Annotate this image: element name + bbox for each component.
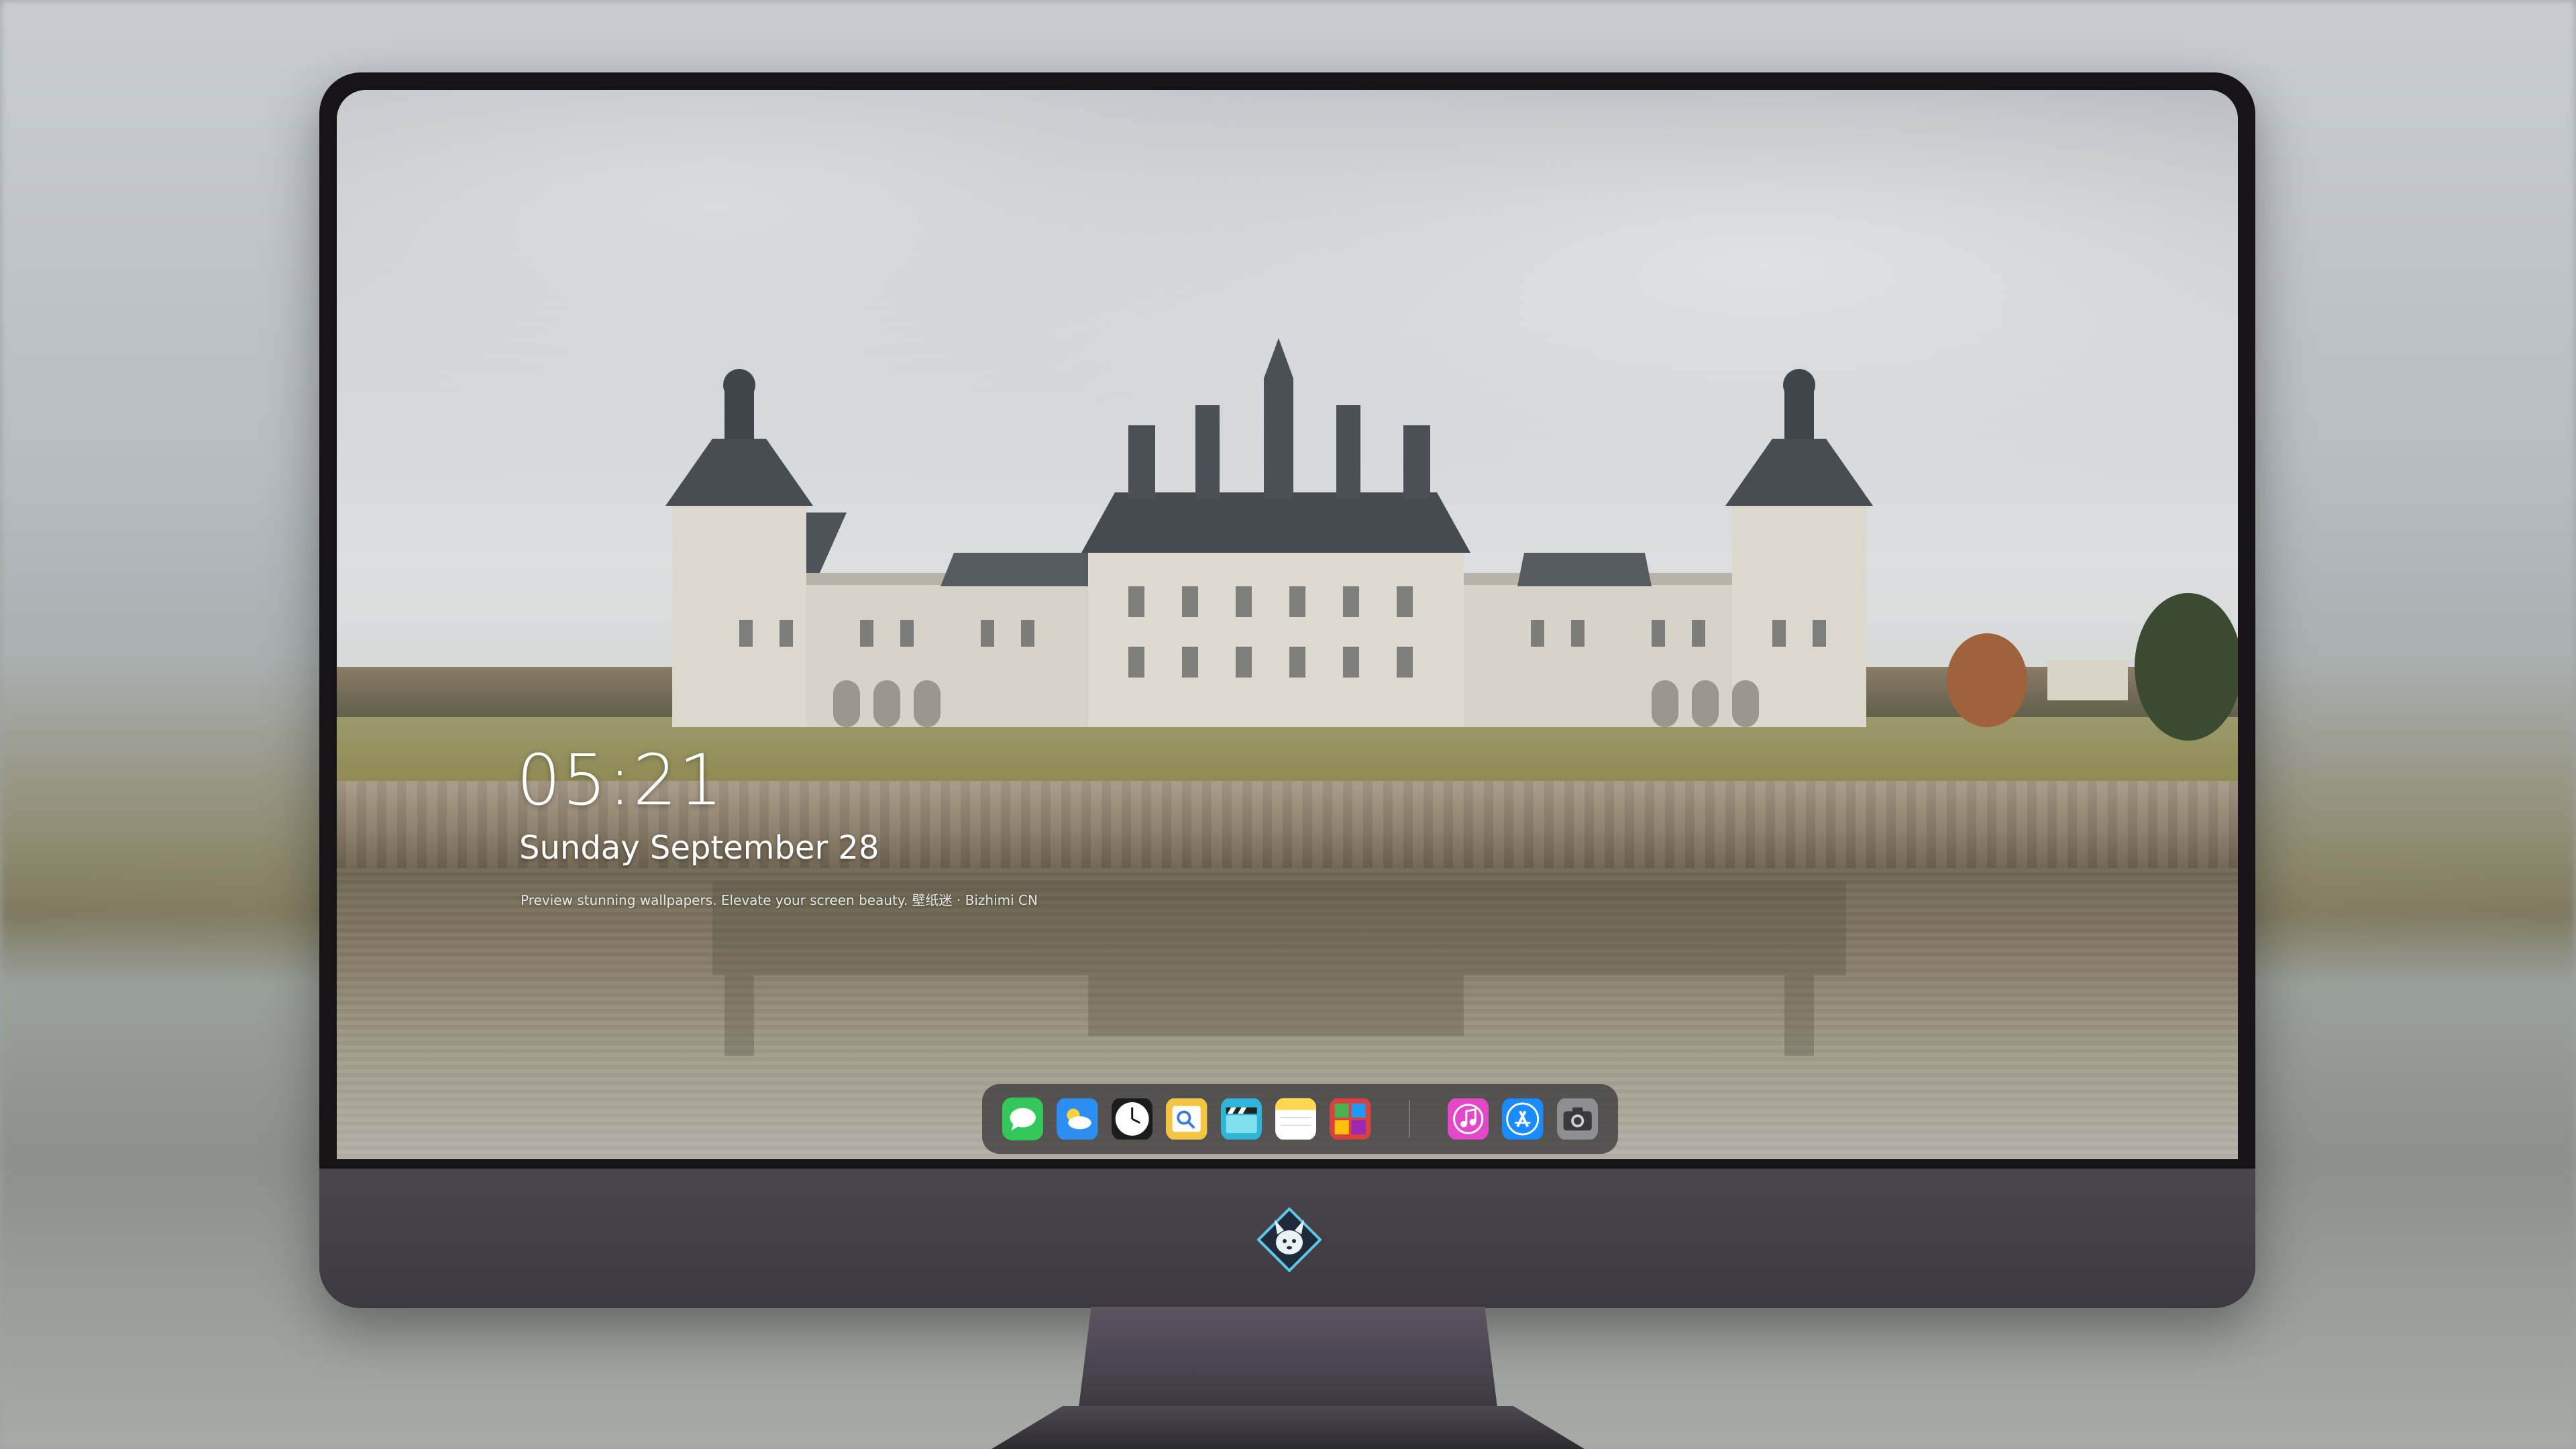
- chateau-illustration: [665, 338, 2238, 1056]
- app-store-icon[interactable]: [1502, 1097, 1544, 1140]
- lock-tagline: Preview stunning wallpapers. Elevate you…: [521, 892, 1038, 908]
- clock-icon[interactable]: [1111, 1097, 1153, 1140]
- fox-mascot-icon: [1257, 1208, 1322, 1272]
- wallpaper-chateau: [337, 90, 2238, 1159]
- monitor-stand-base: [991, 1406, 1585, 1449]
- dock: [982, 1084, 1618, 1154]
- notes-icon[interactable]: [1275, 1097, 1317, 1140]
- itunes-icon[interactable]: [1447, 1097, 1489, 1140]
- weather-icon[interactable]: [1057, 1097, 1098, 1140]
- lock-date: Sunday September 28: [519, 829, 879, 867]
- monitor: 05:21 Sunday September 28 Preview stunni…: [319, 72, 2255, 1308]
- camera-icon[interactable]: [1556, 1097, 1598, 1140]
- screen: 05:21 Sunday September 28 Preview stunni…: [337, 90, 2238, 1159]
- clips-icon[interactable]: [1220, 1097, 1263, 1140]
- monitor-chin: [319, 1169, 2255, 1308]
- photo-booth-icon[interactable]: [1330, 1097, 1371, 1140]
- messages-icon[interactable]: [1002, 1097, 1044, 1140]
- monitor-stand-neck: [1079, 1307, 1497, 1407]
- preview-icon[interactable]: [1166, 1097, 1208, 1140]
- lock-clock: 05:21: [517, 739, 724, 821]
- dock-divider: [1408, 1100, 1410, 1138]
